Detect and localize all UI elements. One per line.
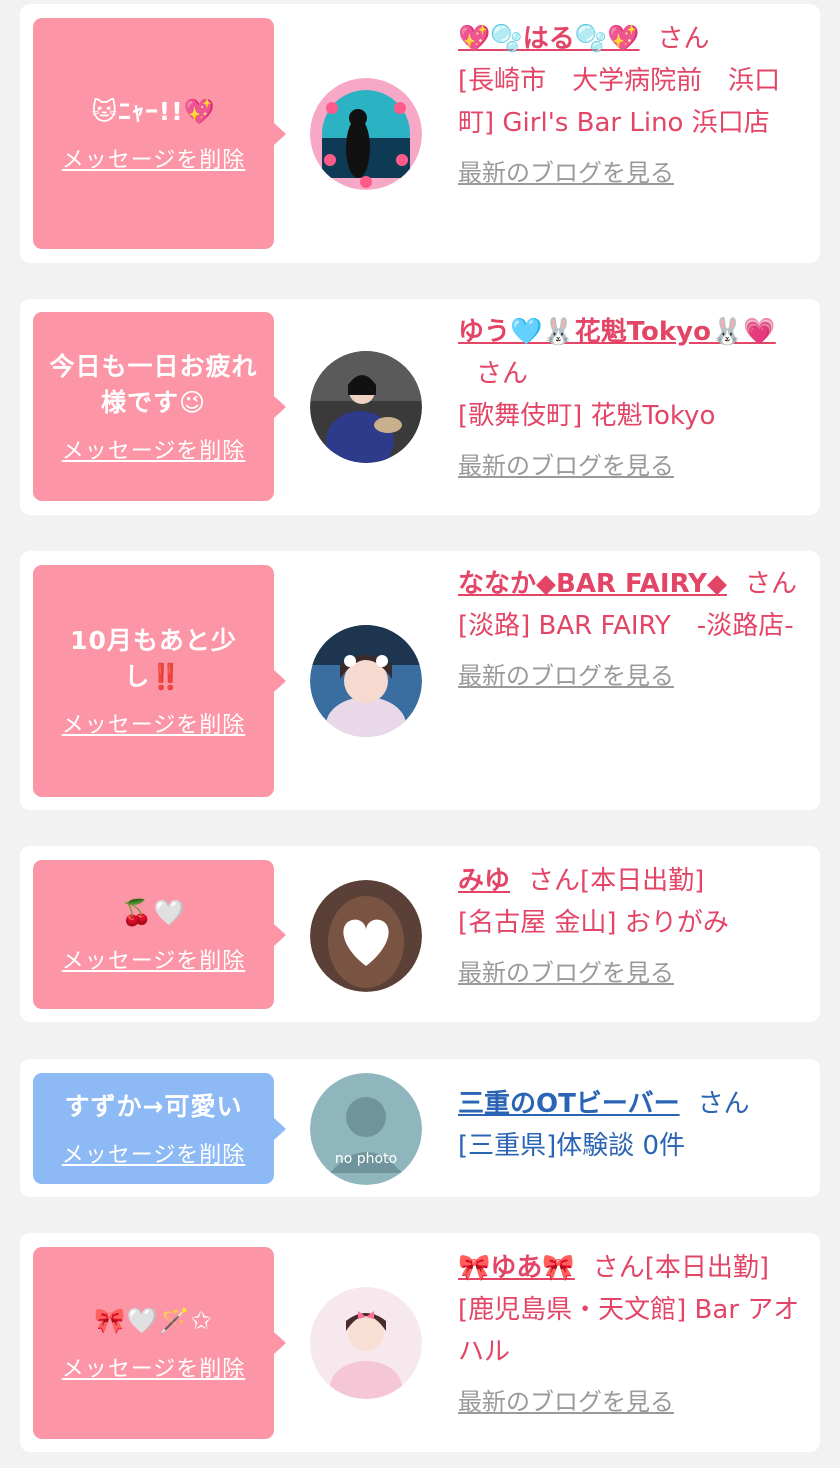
sender-info: 🎀ゆあ🎀 さん[本日出勤] [鹿児島県・天文館] Bar アオハル 最新のブログを… bbox=[458, 1247, 810, 1423]
sender-name-link[interactable]: ななか◆BAR FAIRY◆ bbox=[458, 569, 727, 599]
avatar[interactable] bbox=[310, 78, 422, 190]
message-bubble: 🎀🤍🪄✩ メッセージを削除 bbox=[33, 1247, 286, 1439]
message-text: 🎀🤍🪄✩ bbox=[94, 1306, 213, 1335]
honorific: さん bbox=[745, 569, 798, 599]
sender-info: ゆう🩵🐰花魁Tokyo🐰💗 さん [歌舞伎町] 花魁Tokyo 最新のブログを見る bbox=[458, 311, 810, 487]
attendance-status: [本日出勤] bbox=[644, 1253, 770, 1283]
message-card: 🎀🤍🪄✩ メッセージを削除 🎀ゆあ🎀 さん[本日出勤] [鹿児島県・天文館] Ba… bbox=[20, 1233, 820, 1452]
shop-name: [淡路] BAR FAIRY -淡路店- bbox=[458, 611, 794, 641]
latest-blog-link[interactable]: 最新のブログを見る bbox=[458, 445, 810, 487]
shop-name: [名古屋 金山] おりがみ bbox=[458, 908, 729, 938]
sender-info: ななか◆BAR FAIRY◆ さん [淡路] BAR FAIRY -淡路店- 最新… bbox=[458, 563, 810, 697]
sender-name-link[interactable]: ゆう🩵🐰花魁Tokyo🐰💗 bbox=[458, 317, 776, 347]
attendance-status: [本日出勤] bbox=[580, 866, 705, 896]
message-bubble: 🍒🤍 メッセージを削除 bbox=[33, 860, 286, 1009]
message-card: 🐱ﾆｬｰ!!💖 メッセージを削除 💖🫧はる🫧💖 さん [長崎市 大学病院前 浜口町… bbox=[20, 4, 820, 263]
shop-name: [歌舞伎町] 花魁Tokyo bbox=[458, 401, 716, 431]
message-card: すずか→可愛い メッセージを削除 no photo 三重のOTビーバー さん [三… bbox=[20, 1059, 820, 1197]
message-bubble: 10月もあと少し‼️ メッセージを削除 bbox=[33, 565, 286, 797]
avatar[interactable] bbox=[310, 625, 422, 737]
shop-name: [長崎市 大学病院前 浜口町] Girl's Bar Lino 浜口店 bbox=[458, 66, 781, 138]
sender-name-link[interactable]: 🎀ゆあ🎀 bbox=[458, 1253, 575, 1283]
honorific: さん bbox=[697, 1089, 750, 1119]
honorific: さん bbox=[476, 359, 529, 389]
message-text: 🍒🤍 bbox=[121, 897, 186, 927]
avatar[interactable] bbox=[310, 1287, 422, 1399]
message-bubble: 今日も一日お疲れ様です😉 メッセージを削除 bbox=[33, 312, 286, 501]
delete-message-link[interactable]: メッセージを削除 bbox=[62, 707, 246, 739]
avatar[interactable] bbox=[310, 351, 422, 463]
latest-blog-link[interactable]: 最新のブログを見る bbox=[458, 655, 810, 697]
shop-name: [鹿児島県・天文館] Bar アオハル bbox=[458, 1295, 800, 1367]
sender-name-link[interactable]: 💖🫧はる🫧💖 bbox=[458, 24, 640, 54]
message-text: 今日も一日お疲れ様です😉 bbox=[49, 351, 258, 417]
delete-message-link[interactable]: メッセージを削除 bbox=[62, 1137, 246, 1169]
message-card: 🍒🤍 メッセージを削除 みゆ さん[本日出勤] [名古屋 金山] おりがみ 最新の… bbox=[20, 846, 820, 1022]
delete-message-link[interactable]: メッセージを削除 bbox=[62, 433, 246, 465]
delete-message-link[interactable]: メッセージを削除 bbox=[62, 142, 246, 174]
sender-name-link[interactable]: 三重のOTビーバー bbox=[458, 1089, 680, 1119]
no-photo-label: no photo bbox=[334, 1151, 398, 1167]
latest-blog-link[interactable]: 最新のブログを見る bbox=[458, 152, 810, 194]
message-text: 10月もあと少し‼️ bbox=[70, 626, 237, 691]
sender-info: 三重のOTビーバー さん [三重県]体験談 0件 bbox=[458, 1083, 810, 1167]
avatar[interactable]: no photo bbox=[310, 1073, 422, 1185]
honorific: さん bbox=[592, 1253, 645, 1283]
sender-info: みゆ さん[本日出勤] [名古屋 金山] おりがみ 最新のブログを見る bbox=[458, 860, 810, 994]
honorific: さん bbox=[528, 866, 581, 896]
message-text: 🐱ﾆｬｰ!!💖 bbox=[91, 96, 216, 126]
delete-message-link[interactable]: メッセージを削除 bbox=[62, 943, 246, 975]
message-bubble: 🐱ﾆｬｰ!!💖 メッセージを削除 bbox=[33, 18, 286, 249]
message-text: すずか→可愛い bbox=[64, 1091, 243, 1121]
avatar[interactable] bbox=[310, 880, 422, 992]
message-card: 今日も一日お疲れ様です😉 メッセージを削除 ゆう🩵🐰花魁Tokyo🐰💗 さん [歌… bbox=[20, 299, 820, 515]
sender-name-link[interactable]: みゆ bbox=[458, 866, 510, 896]
message-bubble: すずか→可愛い メッセージを削除 bbox=[33, 1073, 286, 1184]
honorific: さん bbox=[657, 24, 710, 54]
sender-info: 💖🫧はる🫧💖 さん [長崎市 大学病院前 浜口町] Girl's Bar Lino… bbox=[458, 18, 810, 194]
message-card: 10月もあと少し‼️ メッセージを削除 ななか◆BAR FAIRY◆ さん [淡路… bbox=[20, 551, 820, 810]
latest-blog-link[interactable]: 最新のブログを見る bbox=[458, 1381, 810, 1423]
latest-blog-link[interactable]: 最新のブログを見る bbox=[458, 952, 810, 994]
review-count: [三重県]体験談 0件 bbox=[458, 1131, 686, 1161]
delete-message-link[interactable]: メッセージを削除 bbox=[62, 1351, 246, 1383]
